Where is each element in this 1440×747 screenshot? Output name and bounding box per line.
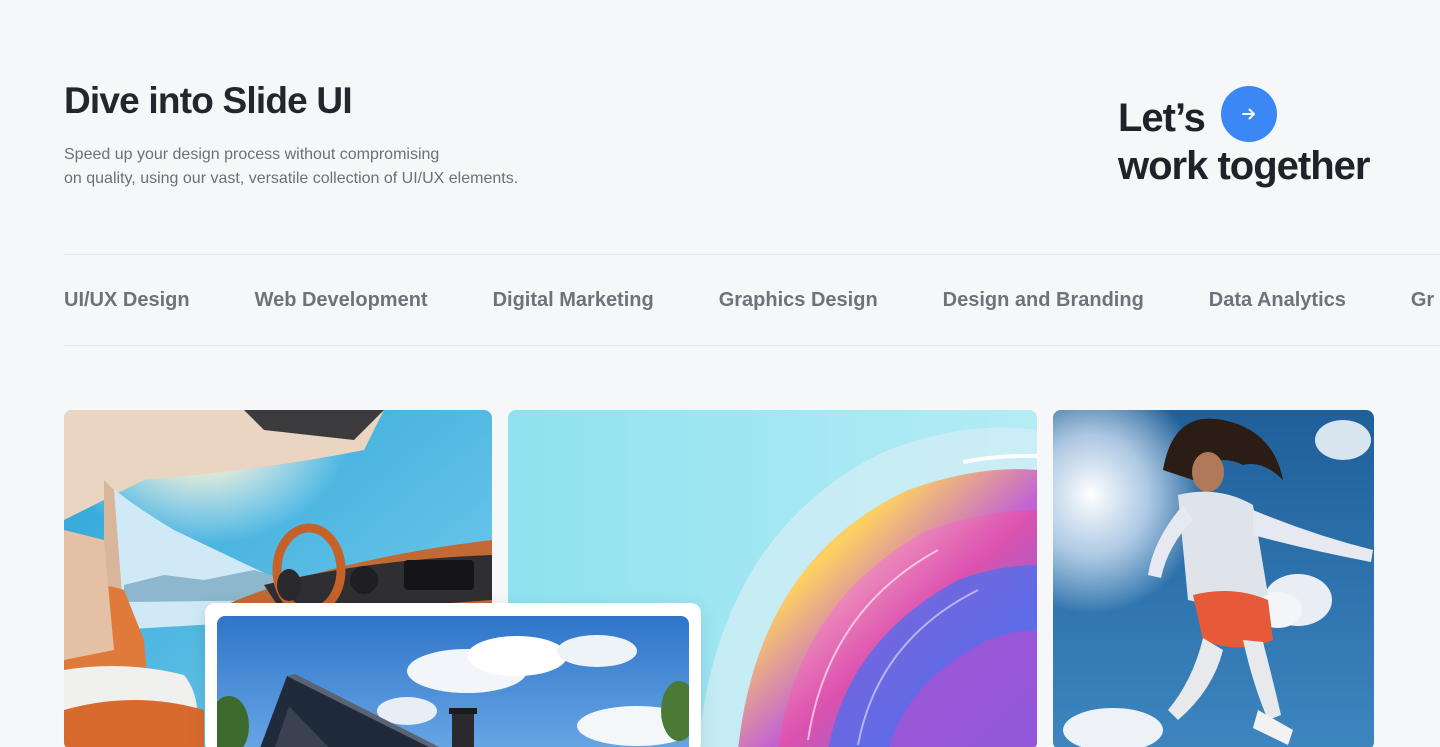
category-tabs: UI/UX Design Web Development Digital Mar… [64,283,1440,317]
hero-description-line: on quality, using our vast, versatile co… [64,170,519,187]
tab-graphics-design[interactable]: Graphics Design [719,283,878,317]
tab-web-development[interactable]: Web Development [255,283,428,317]
tab-partial[interactable]: Gr [1411,283,1434,317]
house-image-card[interactable] [205,603,701,747]
page: Dive into Slide UI Speed up your design … [0,0,1440,747]
work-together-cta[interactable]: Let’s work together [1118,86,1418,190]
house-image [217,616,689,747]
cta-line-2: work together [1118,144,1370,188]
divider [64,254,1440,255]
runner-image[interactable] [1053,410,1374,747]
cta-line-1: Let’s [1118,96,1206,140]
tab-ui-ux-design[interactable]: UI/UX Design [64,283,190,317]
hero-description: Speed up your design process without com… [64,143,584,191]
tab-design-and-branding[interactable]: Design and Branding [943,283,1144,317]
tab-data-analytics[interactable]: Data Analytics [1209,283,1346,317]
divider [64,345,1440,346]
page-title: Dive into Slide UI [64,80,353,121]
tab-digital-marketing[interactable]: Digital Marketing [493,283,654,317]
hero-description-line: Speed up your design process without com… [64,146,440,163]
arrow-right-icon[interactable] [1220,86,1277,142]
